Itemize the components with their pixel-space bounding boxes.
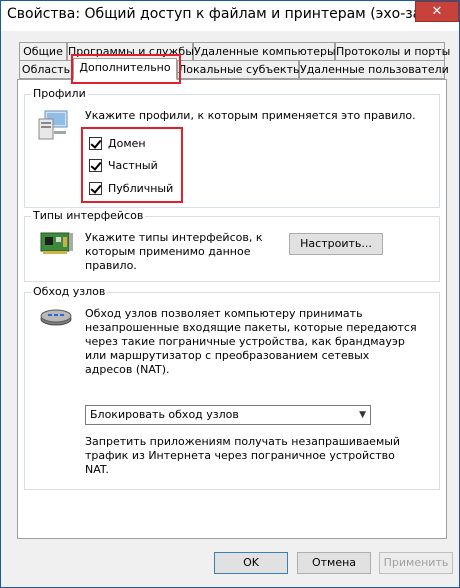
tab-remote-users[interactable]: Удаленные пользователи <box>299 60 449 79</box>
tab-remote-computers[interactable]: Удаленные компьютеры <box>193 42 336 61</box>
apply-button[interactable]: Применить <box>379 552 453 574</box>
chevron-down-icon: ▼ <box>359 410 366 420</box>
tab-local-principals[interactable]: Локальные субъекты <box>177 60 302 79</box>
active-tab-highlight <box>71 54 181 84</box>
traversal-description: Обход узлов позволяет компьютеру принима… <box>85 307 417 376</box>
profiles-highlight <box>81 127 183 203</box>
tab-panel-advanced: Профили Укажите профили, к которым приме… <box>17 79 447 539</box>
profiles-group-title: Профили <box>31 87 88 100</box>
title-bar: Свойства: Общий доступ к файлам и принте… <box>1 1 459 31</box>
tab-protocols-ports[interactable]: Протоколы и порты <box>335 42 450 61</box>
window-title: Свойства: Общий доступ к файлам и принте… <box>7 6 417 22</box>
traversal-note: Запретить приложениям получать незапраши… <box>85 435 401 476</box>
ok-button[interactable]: OK <box>214 552 288 574</box>
tab-general[interactable]: Общие <box>19 42 67 61</box>
interfaces-description: Укажите типы интерфейсов, к которым прим… <box>85 231 263 272</box>
profiles-description: Укажите профили, к которым применяется э… <box>85 109 416 122</box>
router-icon <box>40 309 72 326</box>
traversal-select-value: Блокировать обход узлов <box>90 408 239 421</box>
traversal-group: Обход узлов Обход узлов позволяет компью… <box>24 285 440 490</box>
profiles-group: Профили Укажите профили, к которым приме… <box>24 87 440 208</box>
close-button[interactable]: ✕ <box>415 1 459 22</box>
configure-interfaces-button[interactable]: Настроить... <box>289 233 383 255</box>
properties-window: Свойства: Общий доступ к файлам и принте… <box>0 0 460 588</box>
traversal-group-title: Обход узлов <box>31 285 108 298</box>
interfaces-group-title: Типы интерфейсов <box>31 209 146 222</box>
cancel-button[interactable]: Отмена <box>297 552 371 574</box>
traversal-select[interactable]: Блокировать обход узлов ▼ <box>85 405 371 425</box>
interfaces-group: Типы интерфейсов Укажите типы интерфейсо… <box>24 209 440 282</box>
profiles-computer-icon <box>38 110 68 140</box>
tab-scope[interactable]: Область <box>19 60 73 79</box>
network-card-icon <box>40 232 73 254</box>
